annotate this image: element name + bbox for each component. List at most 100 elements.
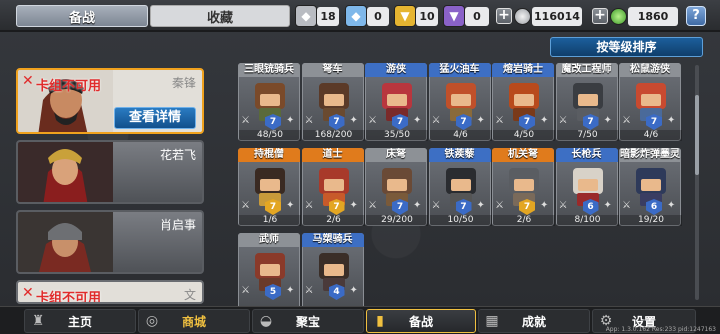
- silver-shard-icon: ◆: [295, 5, 317, 27]
- unit-portrait: [315, 81, 353, 121]
- silver-coin-count: 116014: [532, 7, 582, 26]
- unit-card-count: 2/6: [493, 215, 555, 226]
- unit-title: 弩车: [301, 63, 364, 77]
- unit-trait-icon: ✦: [667, 115, 676, 126]
- unit-title: 猛火油车: [428, 63, 491, 77]
- unit-level-badge: 7: [328, 199, 345, 215]
- unit-face: [260, 264, 280, 276]
- unit-card[interactable]: 猛火油车 ⚔ ✦ 7 4/6: [428, 63, 492, 141]
- unit-level-badge: 7: [328, 114, 345, 130]
- gold-shield-icon: ▼: [394, 5, 416, 27]
- unit-card[interactable]: 铁蒺藜 ⚔ ✦ 7 10/50: [428, 148, 492, 226]
- unit-class-icon: ⚔: [304, 285, 314, 296]
- unit-card-count: 4/6: [620, 130, 682, 141]
- hero-card-xiaoqishi[interactable]: 肖启事: [16, 210, 204, 274]
- unit-card[interactable]: 暗影炸弹墨灵 ⚔ ✦ 6 19/20: [619, 148, 682, 226]
- unit-level-badge: 6: [646, 199, 662, 215]
- nav-label: 商城: [181, 314, 206, 329]
- unit-level-badge: 7: [582, 114, 599, 130]
- add-silver-button[interactable]: +: [496, 8, 512, 24]
- unit-card[interactable]: 持棍僧 ⚔ ✦ 7 1/6: [238, 148, 301, 226]
- unit-level-badge: 7: [646, 114, 662, 130]
- unit-card[interactable]: 床弩 ⚔ ✦ 7 29/200: [365, 148, 428, 226]
- unit-portrait: [505, 81, 543, 121]
- unit-trait-icon: ✦: [286, 200, 295, 211]
- unit-class-icon: ⚔: [622, 200, 631, 211]
- unit-trait-icon: ✦: [413, 200, 422, 211]
- help-button[interactable]: ?: [686, 6, 706, 26]
- unit-trait-icon: ✦: [349, 200, 358, 211]
- unit-title: 长枪兵: [555, 148, 618, 162]
- unit-face: [387, 94, 407, 106]
- add-green-coin-button[interactable]: +: [592, 8, 608, 24]
- unit-level-badge: 6: [582, 199, 599, 215]
- unit-card[interactable]: 武师 ⚔ ✦ 5: [238, 233, 300, 311]
- resource-blue-gem: 0: [367, 7, 389, 26]
- unit-card[interactable]: 长枪兵 ⚔ ✦ 6 8/100: [555, 148, 619, 226]
- unit-trait-icon: ✦: [349, 285, 358, 296]
- treasure-bowl-icon: ◒: [259, 313, 273, 329]
- unit-card-count: 10/50: [429, 215, 492, 226]
- unit-card[interactable]: 松鼠游侠 ⚔ ✦ 7 4/6: [619, 63, 682, 141]
- unit-level-badge: 5: [265, 284, 281, 300]
- unit-card-count: 8/100: [556, 215, 619, 226]
- unit-portrait: [315, 166, 353, 206]
- unit-card-count: 35/50: [366, 130, 428, 141]
- unit-card[interactable]: 游侠 ⚔ ✦ 7 35/50: [365, 63, 428, 141]
- unit-class-icon: ⚔: [431, 200, 441, 211]
- nav-shop[interactable]: ◎ 商城: [138, 309, 250, 333]
- unit-card-count: 29/200: [366, 215, 428, 226]
- nav-home[interactable]: ♜ 主页: [24, 309, 136, 333]
- tab-prepare[interactable]: 备战: [16, 5, 148, 27]
- unit-title: 魔改工程师: [555, 63, 618, 77]
- hero-portrait: [18, 142, 113, 202]
- sort-by-level-button[interactable]: 按等级排序: [550, 37, 703, 57]
- unit-card[interactable]: 熔岩骑士 ⚔ ✦ 7 4/50: [492, 63, 555, 141]
- unit-card[interactable]: 魔改工程师 ⚔ ✦ 7 7/50: [555, 63, 619, 141]
- unit-card[interactable]: 机关弩 ⚔ ✦ 7 2/6: [492, 148, 555, 226]
- coins-icon: ◎: [145, 313, 159, 329]
- unit-level-badge: 7: [392, 199, 408, 215]
- nav-label: 备战: [408, 314, 433, 329]
- hero-card-qinfeng[interactable]: ✕ 卡组不可用 秦锋 查看详情: [16, 68, 204, 134]
- unit-class-icon: ⚔: [495, 115, 504, 126]
- unit-class-icon: ⚔: [241, 115, 250, 126]
- scrollbar-thumb[interactable]: [695, 95, 699, 175]
- unit-level-badge: 7: [265, 199, 281, 215]
- unit-title: 熔岩骑士: [492, 63, 554, 77]
- unit-class-icon: ⚔: [304, 115, 314, 126]
- hero-portrait: [18, 212, 113, 272]
- unit-class-icon: ⚔: [431, 115, 441, 126]
- unit-title: 游侠: [365, 63, 427, 77]
- bottom-nav: ♜ 主页 ◎ 商城 ◒ 聚宝 ▮ 备战 ▦ 成就 ⚙ 设置 App: 1.3.0…: [0, 306, 720, 334]
- view-details-button[interactable]: 查看详情: [114, 107, 196, 129]
- unit-card[interactable]: 弩车 ⚔ ✦ 7 168/200: [301, 63, 365, 141]
- hero-card-huaruofei[interactable]: 花若飞: [16, 140, 204, 204]
- unit-face: [641, 179, 661, 191]
- unit-class-icon: ⚔: [558, 200, 568, 211]
- nav-label: 主页: [67, 314, 92, 329]
- unit-level-badge: 7: [519, 114, 535, 130]
- unit-card[interactable]: 三眼铳骑兵 ⚔ ✦ 7 48/50: [238, 63, 301, 141]
- nav-label: 成就: [521, 314, 546, 329]
- unit-card[interactable]: 马槊骑兵 ⚔ ✦ 4: [301, 233, 364, 311]
- unit-class-icon: ⚔: [241, 200, 250, 211]
- unit-face: [514, 179, 534, 191]
- unit-class-icon: ⚔: [622, 115, 631, 126]
- unit-face: [323, 264, 344, 276]
- nav-treasure[interactable]: ◒ 聚宝: [252, 309, 364, 333]
- unit-title: 铁蒺藜: [428, 148, 491, 162]
- unit-card-count: 1/6: [239, 215, 301, 226]
- unit-level-badge: 7: [455, 114, 472, 130]
- unit-face: [387, 179, 407, 191]
- hero-name: 文: [183, 288, 196, 302]
- hero-card-wen[interactable]: ✕ 卡组不可用 文: [16, 280, 204, 304]
- unit-card-count: 4/6: [429, 130, 492, 141]
- unit-level-badge: 7: [392, 114, 408, 130]
- nav-prepare[interactable]: ▮ 备战: [366, 309, 476, 333]
- tab-collection[interactable]: 收藏: [150, 5, 290, 27]
- unit-card[interactable]: 道士 ⚔ ✦ 7 2/6: [301, 148, 365, 226]
- resource-purple-shield: 0: [465, 7, 489, 26]
- nav-achievements[interactable]: ▦ 成就: [478, 309, 590, 333]
- unit-trait-icon: ✦: [476, 200, 485, 211]
